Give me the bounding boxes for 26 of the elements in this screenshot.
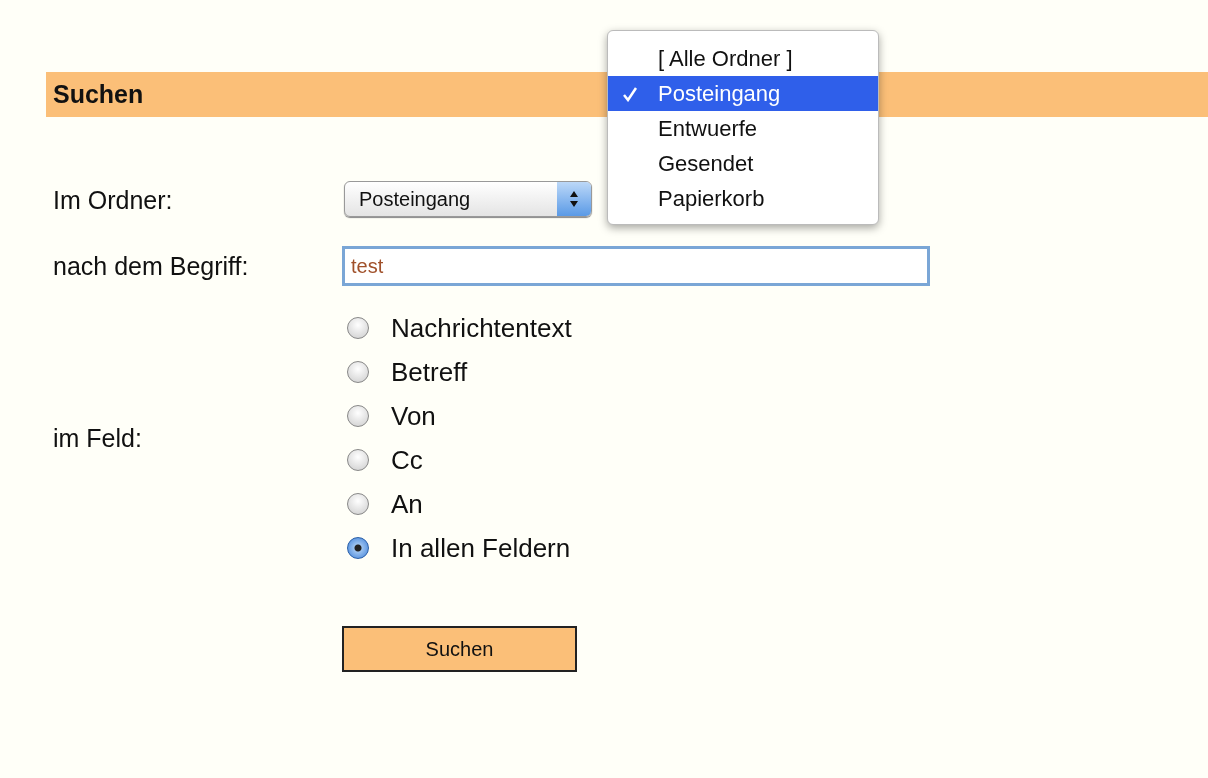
field-label: Im Ordner:	[53, 184, 174, 216]
radio-button[interactable]	[347, 537, 369, 559]
radio-label[interactable]: An	[391, 488, 423, 520]
search-term-field[interactable]: test	[342, 246, 930, 286]
radio-label[interactable]: Cc	[391, 444, 423, 476]
radio-label[interactable]: Betreff	[391, 356, 468, 388]
menu-item[interactable]: Papierkorb	[608, 181, 878, 216]
radio-button[interactable]	[347, 449, 369, 471]
radio-label[interactable]: In allen Feldern	[391, 532, 571, 564]
menu-item[interactable]: Posteingang	[608, 76, 878, 111]
field-label: nach dem Begriff:	[53, 250, 250, 282]
radio-button[interactable]	[347, 317, 369, 339]
updown-arrows-icon	[569, 189, 579, 209]
menu-item[interactable]: Entwuerfe	[608, 111, 878, 146]
menu-item[interactable]: Gesendet	[608, 146, 878, 181]
radio-button[interactable]	[347, 493, 369, 515]
menu-item[interactable]: [ Alle Ordner ]	[608, 41, 878, 76]
search-button[interactable]: Suchen	[342, 626, 577, 672]
radio-label[interactable]: Nachrichtentext	[391, 312, 572, 344]
checkmark-icon	[622, 86, 638, 102]
section-title: Suchen	[53, 80, 144, 109]
field-label: im Feld:	[53, 422, 143, 454]
radio-label[interactable]: Von	[391, 400, 436, 432]
folder-select[interactable]: Posteingang	[344, 181, 592, 217]
radio-button[interactable]	[347, 361, 369, 383]
radio-button[interactable]	[347, 405, 369, 427]
